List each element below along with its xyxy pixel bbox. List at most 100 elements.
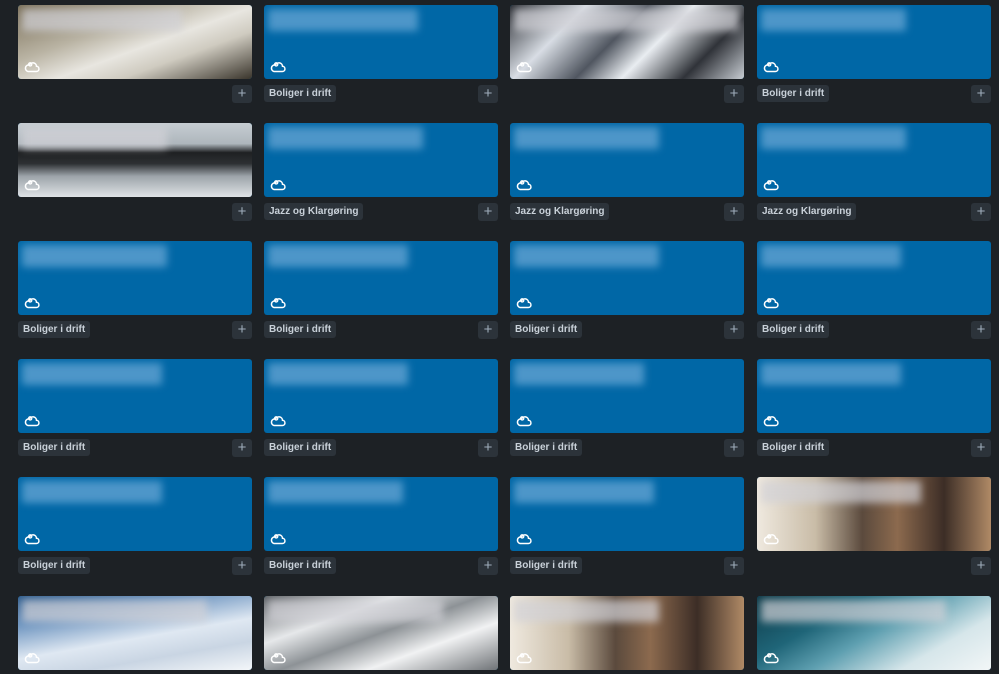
- plus-icon[interactable]: +: [478, 85, 498, 103]
- workspace-badge: Jazz og Klargøring: [264, 203, 364, 220]
- board-title-redacted: [22, 600, 207, 622]
- board-card[interactable]: [510, 596, 744, 670]
- team-cloud-icon: [24, 532, 40, 546]
- workspace-badge: Boliger i drift: [18, 321, 91, 338]
- board-card[interactable]: [510, 477, 744, 551]
- plus-icon[interactable]: +: [971, 85, 991, 103]
- team-cloud-icon: [270, 60, 286, 74]
- team-cloud-icon: [763, 532, 779, 546]
- team-cloud-icon: [516, 178, 532, 192]
- board-title-redacted: [761, 127, 906, 149]
- board-title-redacted: [268, 363, 408, 385]
- workspace-badge: Boliger i drift: [510, 557, 583, 574]
- board-title-redacted: [761, 600, 946, 622]
- board-card[interactable]: [264, 477, 498, 551]
- plus-icon[interactable]: +: [478, 439, 498, 457]
- board-card[interactable]: [18, 123, 252, 197]
- board-grid: + Boliger i drift + + Boliger i drift + + Jazz …: [0, 0, 999, 674]
- team-cloud-icon: [24, 651, 40, 665]
- board-card[interactable]: [18, 5, 252, 79]
- workspace-badge: Boliger i drift: [757, 85, 830, 102]
- board-card[interactable]: [757, 123, 991, 197]
- plus-icon[interactable]: +: [724, 439, 744, 457]
- team-cloud-icon: [516, 414, 532, 428]
- board-card[interactable]: [264, 241, 498, 315]
- workspace-badge: Boliger i drift: [18, 439, 91, 456]
- plus-icon[interactable]: +: [478, 203, 498, 221]
- board-card[interactable]: [757, 477, 991, 551]
- board-title-redacted: [268, 127, 423, 149]
- board-title-redacted: [514, 600, 659, 622]
- team-cloud-icon: [24, 178, 40, 192]
- plus-icon[interactable]: +: [724, 203, 744, 221]
- board-title-redacted: [268, 245, 408, 267]
- plus-icon[interactable]: +: [232, 203, 252, 221]
- team-cloud-icon: [24, 414, 40, 428]
- board-title-redacted: [22, 245, 167, 267]
- board-title-redacted: [761, 481, 921, 503]
- plus-icon[interactable]: +: [971, 321, 991, 339]
- plus-icon[interactable]: +: [478, 557, 498, 575]
- board-title-redacted: [268, 481, 403, 503]
- board-title-redacted: [22, 481, 162, 503]
- plus-icon[interactable]: +: [232, 321, 252, 339]
- workspace-badge: Jazz og Klargøring: [510, 203, 610, 220]
- plus-icon[interactable]: +: [232, 557, 252, 575]
- board-card[interactable]: [510, 5, 744, 79]
- workspace-badge: Boliger i drift: [757, 321, 830, 338]
- board-title-redacted: [514, 481, 654, 503]
- board-card[interactable]: [757, 596, 991, 670]
- board-card[interactable]: [264, 5, 498, 79]
- workspace-badge: Jazz og Klargøring: [757, 203, 857, 220]
- board-card[interactable]: [18, 241, 252, 315]
- team-cloud-icon: [516, 60, 532, 74]
- workspace-badge: Boliger i drift: [18, 557, 91, 574]
- plus-icon[interactable]: +: [232, 439, 252, 457]
- plus-icon[interactable]: +: [971, 203, 991, 221]
- team-cloud-icon: [516, 532, 532, 546]
- team-cloud-icon: [270, 178, 286, 192]
- team-cloud-icon: [763, 651, 779, 665]
- board-card[interactable]: [757, 5, 991, 79]
- workspace-badge: Boliger i drift: [264, 439, 337, 456]
- plus-icon[interactable]: +: [724, 321, 744, 339]
- board-card[interactable]: [757, 359, 991, 433]
- board-title-redacted: [22, 9, 182, 31]
- board-card[interactable]: [264, 123, 498, 197]
- board-card[interactable]: [264, 596, 498, 670]
- team-cloud-icon: [270, 414, 286, 428]
- team-cloud-icon: [24, 60, 40, 74]
- board-card[interactable]: [264, 359, 498, 433]
- board-title-redacted: [22, 127, 167, 149]
- team-cloud-icon: [516, 296, 532, 310]
- board-title-redacted: [268, 600, 443, 622]
- board-card[interactable]: [510, 359, 744, 433]
- plus-icon[interactable]: +: [971, 557, 991, 575]
- board-title-redacted: [761, 245, 901, 267]
- workspace-badge: Boliger i drift: [510, 439, 583, 456]
- workspace-badge: Boliger i drift: [757, 439, 830, 456]
- workspace-badge: Boliger i drift: [510, 321, 583, 338]
- team-cloud-icon: [763, 178, 779, 192]
- plus-icon[interactable]: +: [232, 85, 252, 103]
- workspace-badge: Boliger i drift: [264, 557, 337, 574]
- team-cloud-icon: [763, 414, 779, 428]
- plus-icon[interactable]: +: [478, 321, 498, 339]
- board-title-redacted: [514, 127, 659, 149]
- board-card[interactable]: [18, 477, 252, 551]
- plus-icon[interactable]: +: [724, 85, 744, 103]
- board-card[interactable]: [510, 123, 744, 197]
- team-cloud-icon: [516, 651, 532, 665]
- plus-icon[interactable]: +: [724, 557, 744, 575]
- board-card[interactable]: [18, 359, 252, 433]
- board-card[interactable]: [18, 596, 252, 670]
- team-cloud-icon: [763, 296, 779, 310]
- team-cloud-icon: [270, 651, 286, 665]
- board-title-redacted: [761, 9, 906, 31]
- plus-icon[interactable]: +: [971, 439, 991, 457]
- workspace-badge: Boliger i drift: [264, 321, 337, 338]
- board-title-redacted: [22, 363, 162, 385]
- board-card[interactable]: [757, 241, 991, 315]
- board-title-redacted: [761, 363, 901, 385]
- board-card[interactable]: [510, 241, 744, 315]
